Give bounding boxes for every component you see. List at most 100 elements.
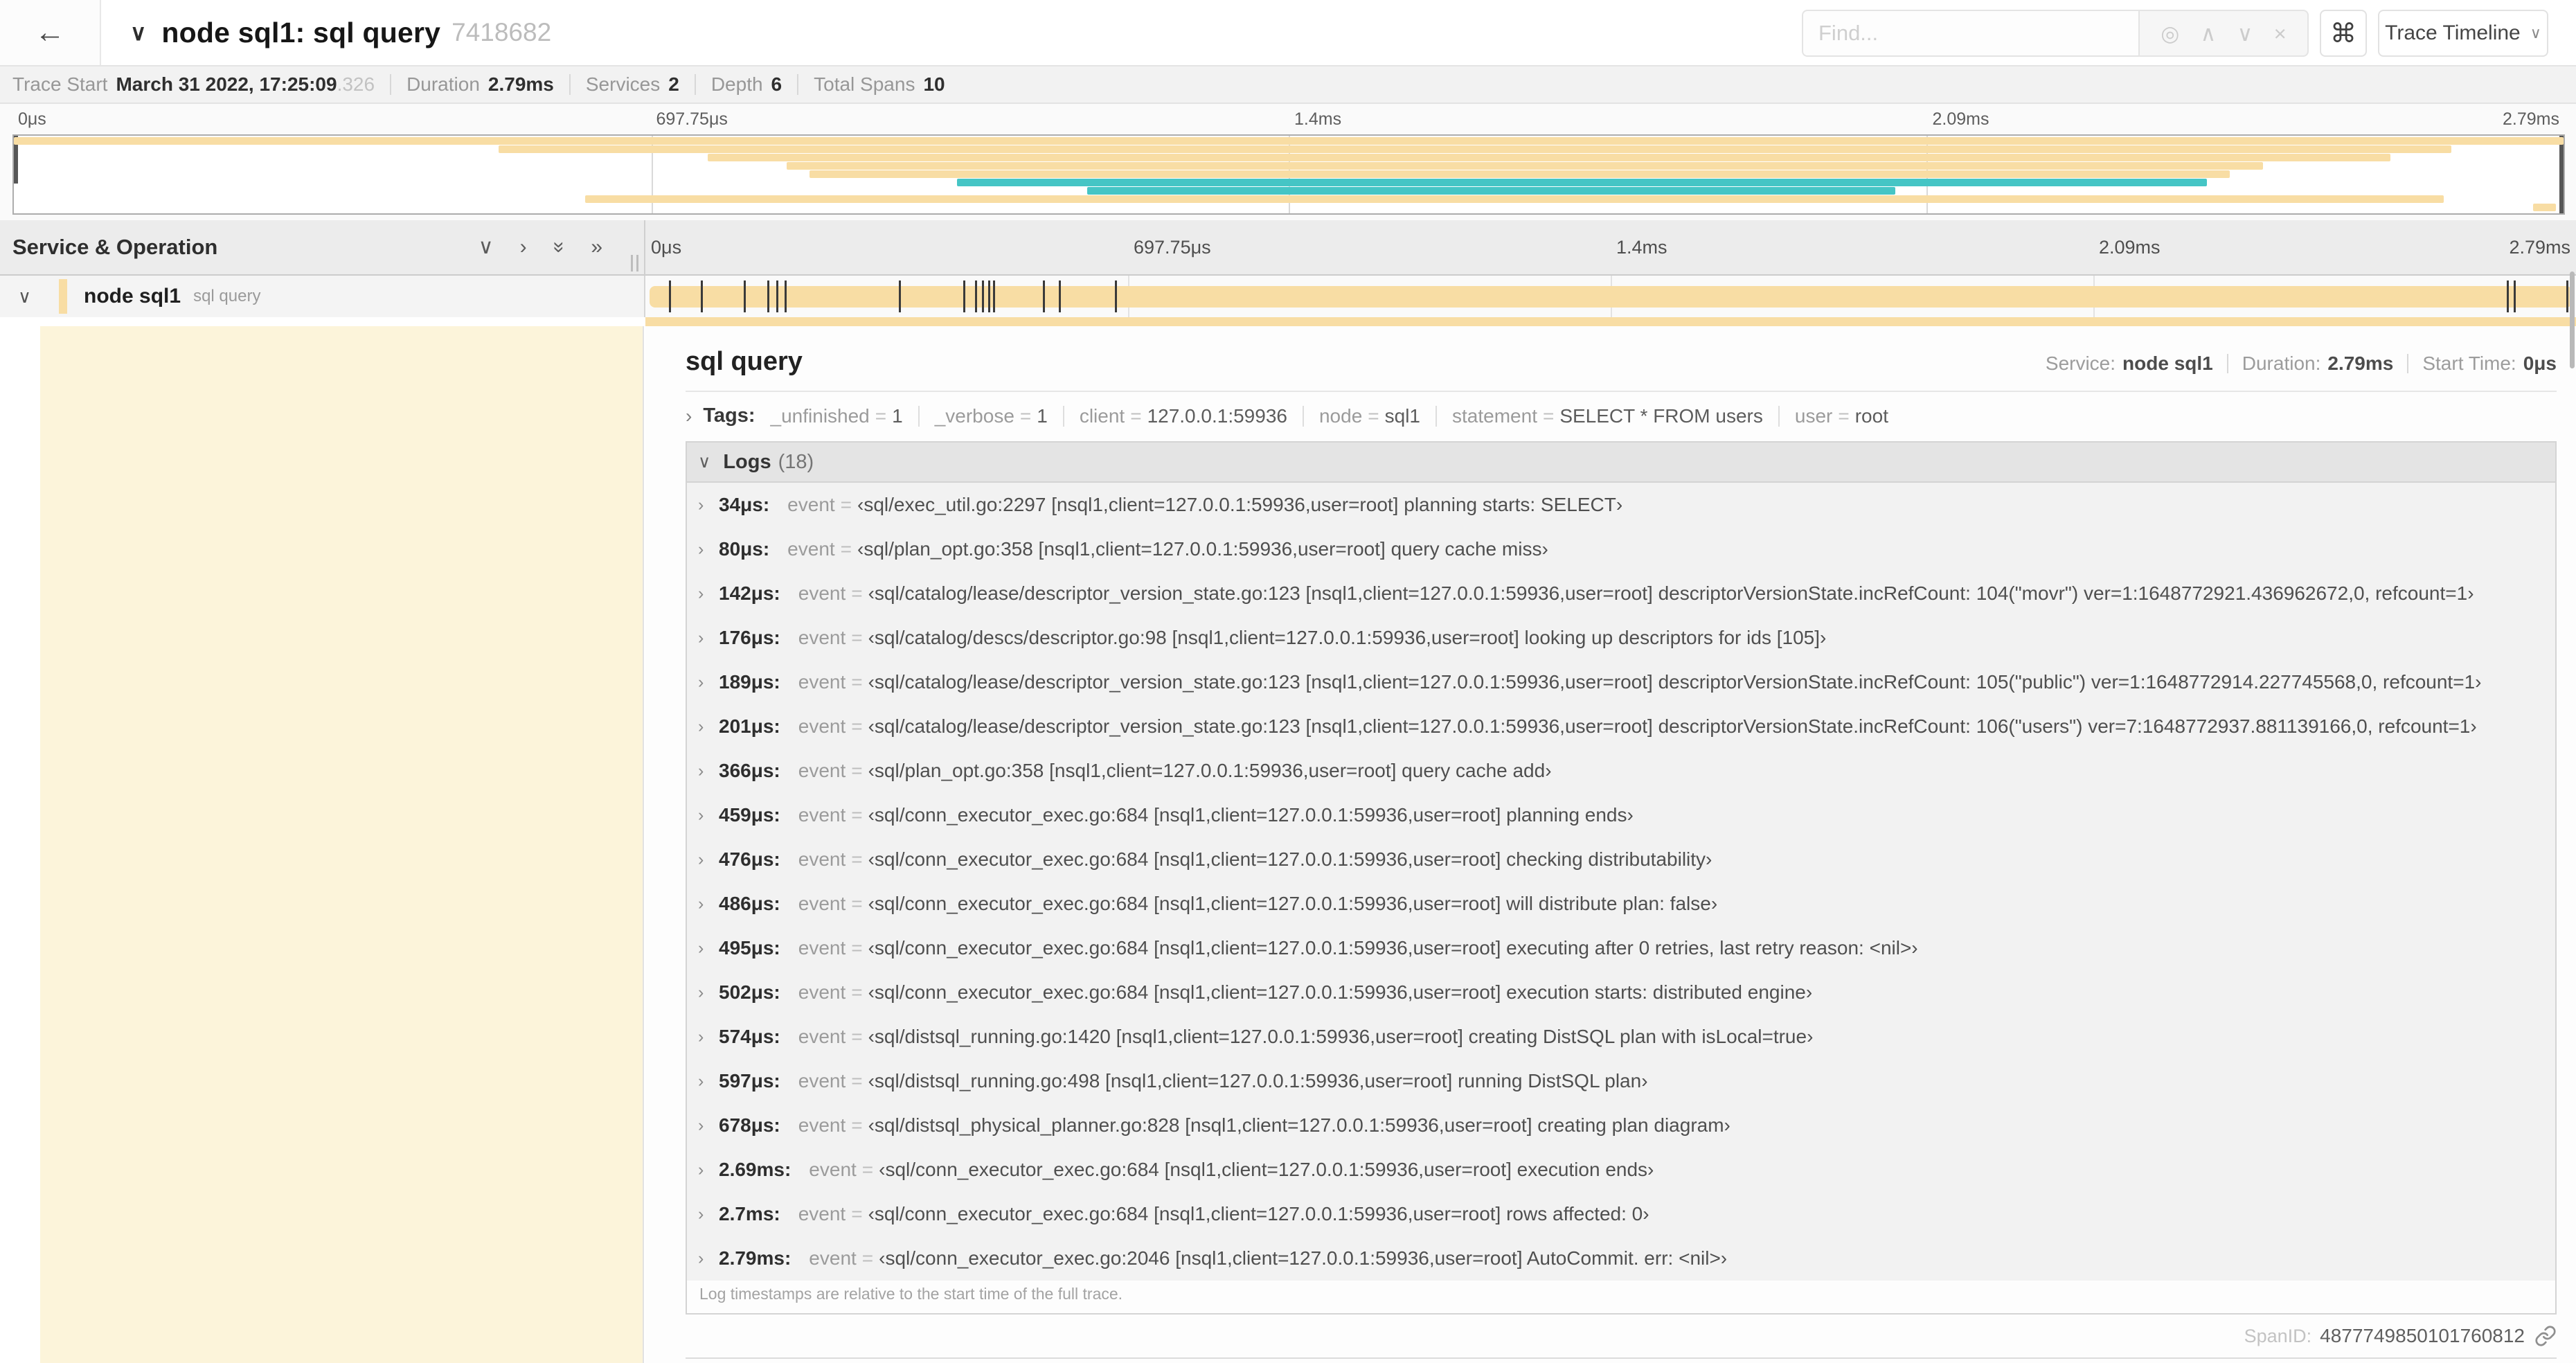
clear-find-icon[interactable]: × <box>2274 23 2287 44</box>
span-duration-bar[interactable] <box>649 286 2573 308</box>
logs-collapse-icon[interactable]: ∨ <box>698 452 710 472</box>
service-operation-title: Service & Operation <box>12 235 218 259</box>
log-marker-tick[interactable] <box>898 280 901 312</box>
locate-icon[interactable]: ◎ <box>2161 23 2179 44</box>
minimap-tick-labels: 0μs 697.75μs 1.4ms 2.09ms 2.79ms <box>12 104 2565 134</box>
span-row-label[interactable]: ∨ node sql1 sql query <box>0 276 645 317</box>
prev-result-icon[interactable]: ∧ <box>2201 23 2217 44</box>
log-expand-icon[interactable]: › <box>698 1027 716 1047</box>
summary-item: Services 2 <box>586 73 679 96</box>
log-equals: = <box>861 1159 874 1180</box>
log-marker-tick[interactable] <box>1114 280 1117 312</box>
column-resize-grip[interactable] <box>631 255 638 271</box>
log-marker-tick[interactable] <box>784 280 787 312</box>
log-row[interactable]: › 502μs: event = ‹sql/conn_executor_exec.go:… <box>687 970 2555 1015</box>
log-marker-tick[interactable] <box>963 280 965 312</box>
summary-value: 10 <box>923 73 945 95</box>
next-result-icon[interactable]: ∨ <box>2237 23 2253 44</box>
log-expand-icon[interactable]: › <box>698 540 716 560</box>
log-marker-tick[interactable] <box>974 280 977 312</box>
tags-row[interactable]: › Tags: _unfinished = 1 _verbose = 1 client = 12… <box>686 404 2557 427</box>
log-row[interactable]: › 189μs: event = ‹sql/catalog/lease/descript… <box>687 660 2555 704</box>
log-expand-icon[interactable]: › <box>698 1071 716 1092</box>
span-service-name: node sql1 <box>84 285 181 308</box>
log-marker-tick[interactable] <box>2507 280 2510 312</box>
log-field-name: event <box>798 937 846 959</box>
deep-link-icon[interactable] <box>2534 1325 2557 1347</box>
expand-one-icon[interactable]: › <box>520 237 527 258</box>
log-marker-tick[interactable] <box>2514 280 2516 312</box>
log-marker-tick[interactable] <box>743 280 746 312</box>
log-row[interactable]: › 486μs: event = ‹sql/conn_executor_exec.go:… <box>687 882 2555 926</box>
logs-section: ∨ Logs (18) › 34μs: event = ‹sql/exec_util.g… <box>686 441 2557 1315</box>
log-equals: = <box>851 671 863 693</box>
log-row[interactable]: › 142μs: event = ‹sql/catalog/lease/descript… <box>687 571 2555 616</box>
log-expand-icon[interactable]: › <box>698 584 716 604</box>
log-marker-tick[interactable] <box>2566 280 2569 312</box>
log-row[interactable]: › 574μs: event = ‹sql/distsql_running.go:142… <box>687 1015 2555 1059</box>
log-expand-icon[interactable]: › <box>698 761 716 781</box>
log-row[interactable]: › 678μs: event = ‹sql/distsql_physical_plann… <box>687 1103 2555 1148</box>
log-marker-tick[interactable] <box>981 280 984 312</box>
summary-label: Services <box>585 73 661 95</box>
log-expand-icon[interactable]: › <box>698 1204 716 1224</box>
trace-title-group: ∨ node sql1: sql query 7418682 <box>130 0 551 65</box>
trace-collapse-icon[interactable]: ∨ <box>130 19 146 46</box>
log-expand-icon[interactable]: › <box>698 1116 716 1136</box>
meta-value: 2.79ms <box>2327 353 2394 374</box>
log-row[interactable]: › 495μs: event = ‹sql/conn_executor_exec.go:… <box>687 926 2555 970</box>
log-row[interactable]: › 80μs: event = ‹sql/plan_opt.go:358 [nsql1,… <box>687 527 2555 571</box>
log-expand-icon[interactable]: › <box>698 628 716 648</box>
log-expand-icon[interactable]: › <box>698 717 716 737</box>
expand-all-icon[interactable]: » <box>591 237 602 258</box>
log-marker-tick[interactable] <box>987 280 990 312</box>
minimap-canvas[interactable] <box>12 134 2565 215</box>
log-row[interactable]: › 476μs: event = ‹sql/conn_executor_exec.go:… <box>687 837 2555 882</box>
log-marker-tick[interactable] <box>700 280 703 312</box>
keyboard-shortcuts-button[interactable]: ⌘ <box>2320 10 2367 57</box>
log-expand-icon[interactable]: › <box>698 1249 716 1269</box>
log-marker-tick[interactable] <box>668 280 671 312</box>
log-marker-tick[interactable] <box>1058 280 1061 312</box>
log-row[interactable]: › 2.79ms: event = ‹sql/conn_executor_exec.go… <box>687 1236 2555 1281</box>
log-expand-icon[interactable]: › <box>698 672 716 693</box>
log-row[interactable]: › 597μs: event = ‹sql/distsql_running.go:498… <box>687 1059 2555 1103</box>
log-row[interactable]: › 176μs: event = ‹sql/catalog/descs/descript… <box>687 616 2555 660</box>
span-detail-title: sql query <box>686 347 803 376</box>
log-timestamp: 502μs: <box>719 981 780 1003</box>
tags-expand-icon[interactable]: › <box>686 405 692 427</box>
view-selector-label: Trace Timeline <box>2385 21 2521 44</box>
log-expand-icon[interactable]: › <box>698 894 716 914</box>
view-selector-button[interactable]: Trace Timeline ∨ <box>2378 10 2548 57</box>
span-collapse-icon[interactable]: ∨ <box>18 286 31 308</box>
log-expand-icon[interactable]: › <box>698 850 716 870</box>
back-button[interactable]: ← <box>0 0 101 65</box>
log-row[interactable]: › 201μs: event = ‹sql/catalog/lease/descript… <box>687 704 2555 749</box>
tag-separator <box>1302 405 1304 427</box>
log-field-name: event <box>798 671 846 693</box>
collapse-one-icon[interactable]: ∨ <box>478 237 494 258</box>
find-input[interactable] <box>1802 10 2138 57</box>
log-row[interactable]: › 459μs: event = ‹sql/conn_executor_exec.go:… <box>687 793 2555 837</box>
vertical-scrollbar[interactable] <box>2570 271 2575 368</box>
log-marker-tick[interactable] <box>767 280 769 312</box>
log-value: ‹sql/conn_executor_exec.go:684 [nsql1,cl… <box>868 893 1718 914</box>
log-field-name: event <box>809 1247 857 1269</box>
log-expand-icon[interactable]: › <box>698 1160 716 1180</box>
logs-header[interactable]: ∨ Logs (18) <box>687 443 2555 483</box>
span-row-track[interactable] <box>645 276 2576 317</box>
log-marker-tick[interactable] <box>992 280 995 312</box>
log-row[interactable]: › 2.7ms: event = ‹sql/conn_executor_exec.go:… <box>687 1192 2555 1236</box>
log-marker-tick[interactable] <box>776 280 778 312</box>
log-timestamp: 574μs: <box>719 1026 780 1047</box>
log-expand-icon[interactable]: › <box>698 805 716 826</box>
minimap-right-handle[interactable] <box>2559 136 2564 213</box>
log-row[interactable]: › 366μs: event = ‹sql/plan_opt.go:358 [nsql1… <box>687 749 2555 793</box>
log-expand-icon[interactable]: › <box>698 983 716 1003</box>
log-expand-icon[interactable]: › <box>698 938 716 959</box>
log-row[interactable]: › 34μs: event = ‹sql/exec_util.go:2297 [nsql… <box>687 483 2555 527</box>
log-marker-tick[interactable] <box>1042 280 1045 312</box>
log-expand-icon[interactable]: › <box>698 495 716 515</box>
log-row[interactable]: › 2.69ms: event = ‹sql/conn_executor_exec.go… <box>687 1148 2555 1192</box>
collapse-all-icon[interactable]: » <box>548 242 571 253</box>
